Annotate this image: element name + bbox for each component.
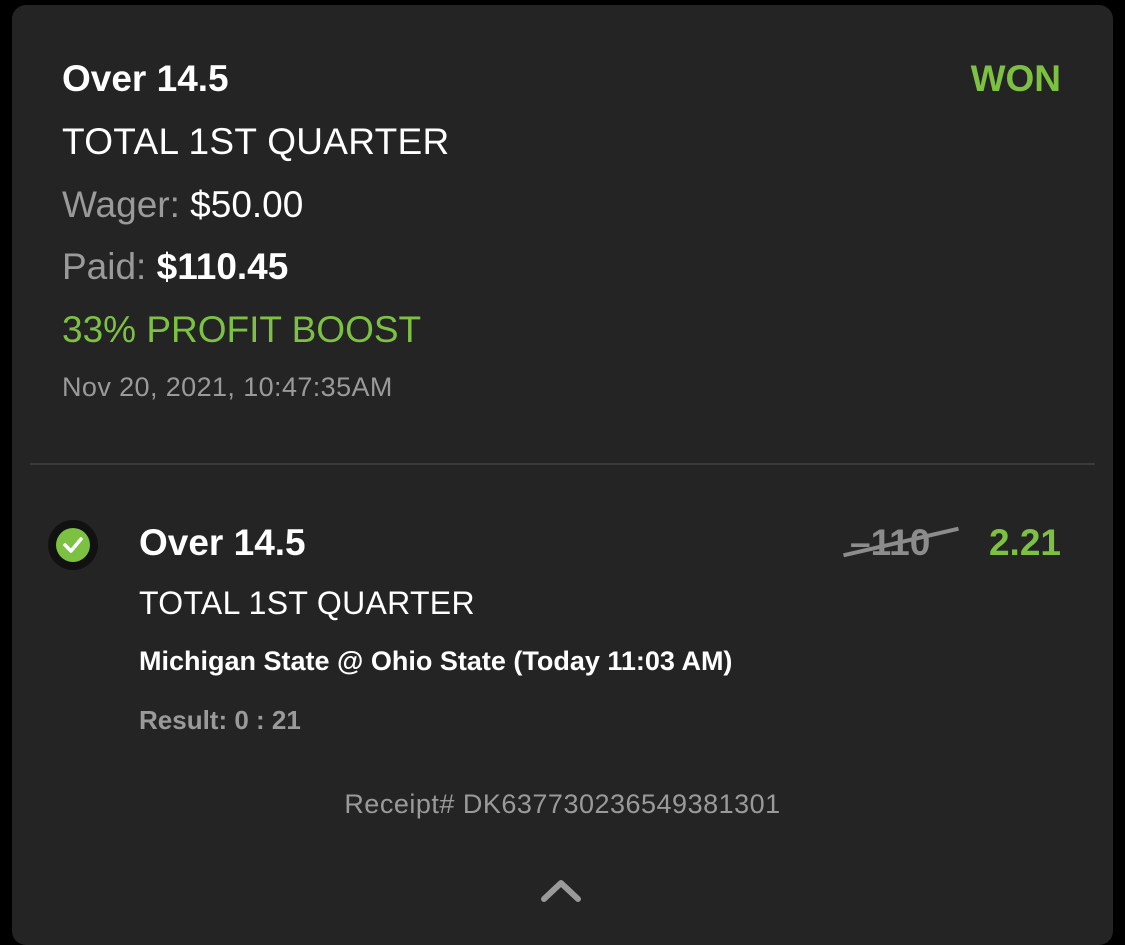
leg-result-label: Result: 0 : 21 [139, 705, 301, 735]
bet-market-label: TOTAL 1ST QUARTER [62, 121, 450, 162]
leg-market-label: TOTAL 1ST QUARTER [139, 585, 475, 621]
leg-event-label: Michigan State @ Ohio State (Today 11:03… [139, 646, 733, 676]
leg-selection-title: Over 14.5 [139, 522, 306, 563]
bet-selection-title: Over 14.5 [62, 58, 229, 99]
chevron-up-icon[interactable] [538, 875, 584, 903]
section-divider [30, 463, 1095, 465]
wager-value: $50.00 [190, 184, 304, 225]
receipt-number: Receipt# DK637730236549381301 [344, 789, 781, 819]
bet-timestamp: Nov 20, 2021, 10:47:35AM [62, 372, 393, 402]
paid-row: Paid: $110.45 [62, 245, 288, 289]
bet-card: Over 14.5 WON TOTAL 1ST QUARTER Wager: $… [12, 5, 1113, 945]
bet-status-badge: WON [970, 58, 1061, 99]
wager-label: Wager: [62, 184, 180, 225]
boosted-odds: 2.21 [988, 522, 1061, 563]
check-circle-icon [48, 520, 98, 570]
paid-label: Paid: [62, 246, 147, 287]
paid-value: $110.45 [156, 246, 289, 287]
wager-row: Wager: $50.00 [62, 183, 303, 227]
profit-boost-label: 33% PROFIT BOOST [62, 309, 422, 350]
